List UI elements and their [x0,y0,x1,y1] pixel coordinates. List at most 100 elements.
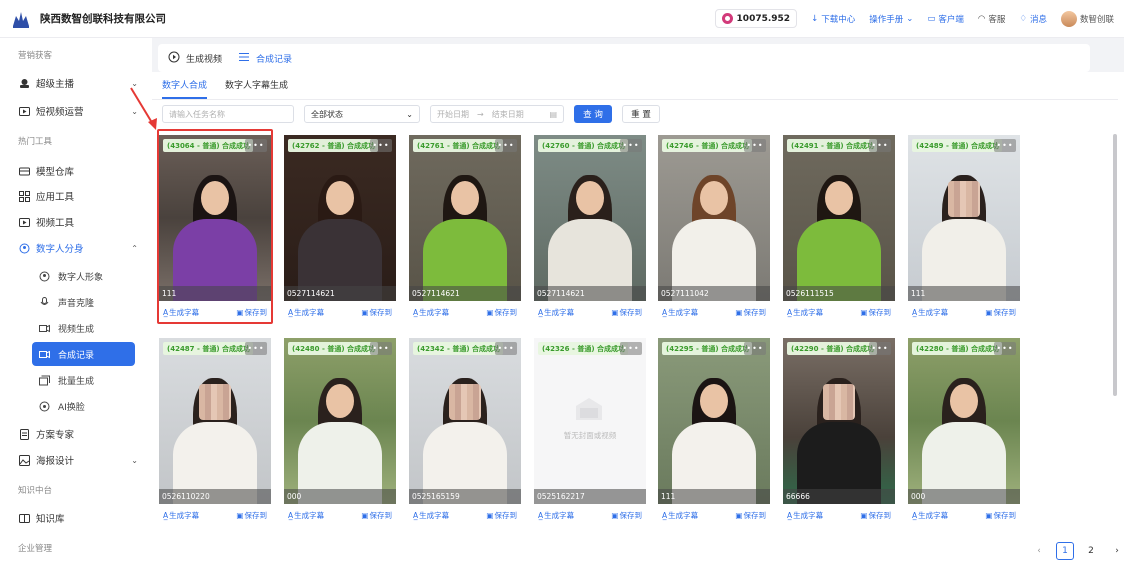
more-options-icon[interactable]: ••• [620,342,642,355]
page-2-button[interactable]: 2 [1082,542,1100,560]
save-to-button[interactable]: ▣ 保存到 [860,307,891,318]
save-to-button[interactable]: ▣ 保存到 [611,307,642,318]
more-options-icon[interactable]: ••• [869,342,891,355]
balance-badge[interactable]: 10075.952 [714,9,798,28]
scrollbar[interactable] [1113,134,1117,396]
generate-subtitle-button[interactable]: A̲ 生成字幕 [288,307,324,318]
save-to-button[interactable]: ▣ 保存到 [735,510,766,521]
more-options-icon[interactable]: ••• [744,139,766,152]
client-link[interactable]: ▭ 客户端 [927,13,964,25]
sidebar-subitem-voice-clone[interactable]: 声音克隆 [32,290,135,314]
video-thumbnail[interactable]: (42480 - 普通) 合成成功 ••• 000 [284,338,396,504]
service-link[interactable]: ◠ 客服 [978,13,1005,25]
video-thumbnail[interactable]: (42295 - 普通) 合成成功 ••• 111 [658,338,770,504]
generate-subtitle-button[interactable]: A̲ 生成字幕 [912,510,948,521]
save-to-button[interactable]: ▣ 保存到 [361,307,392,318]
generate-subtitle-button[interactable]: A̲ 生成字幕 [662,307,698,318]
download-center-link[interactable]: ↓ 下载中心 [811,13,855,25]
generate-subtitle-button[interactable]: A̲ 生成字幕 [787,307,823,318]
record-card[interactable]: (42760 - 普通) 合成成功 ••• 0527114621 A̲ 生成字幕 ▣ 保存到 [534,135,646,327]
save-to-button[interactable]: ▣ 保存到 [860,510,891,521]
save-to-button[interactable]: ▣ 保存到 [985,510,1016,521]
video-thumbnail[interactable]: (42491 - 普通) 合成成功 ••• 0526111515 [783,135,895,301]
more-options-icon[interactable]: ••• [744,342,766,355]
record-card[interactable]: 暂无封面或视频 (42326 - 普通) 合成成功 ••• 0525162217 A̲ 生… [534,338,646,530]
generate-subtitle-button[interactable]: A̲ 生成字幕 [662,510,698,521]
next-page-button[interactable]: › [1108,542,1124,560]
video-thumbnail[interactable]: (42760 - 普通) 合成成功 ••• 0527114621 [534,135,646,301]
record-card[interactable]: (42280 - 普通) 合成成功 ••• 000 A̲ 生成字幕 ▣ 保存到 [908,338,1020,530]
record-card[interactable]: (42342 - 普通) 合成成功 ••• 0525165159 A̲ 生成字幕 ▣ 保存到 [409,338,521,530]
more-options-icon[interactable]: ••• [495,139,517,152]
video-thumbnail[interactable]: (42290 - 普通) 合成成功 ••• 66666 [783,338,895,504]
save-to-button[interactable]: ▣ 保存到 [611,510,642,521]
save-to-button[interactable]: ▣ 保存到 [486,510,517,521]
save-to-button[interactable]: ▣ 保存到 [486,307,517,318]
sidebar-item-video-tools[interactable]: 视频工具 [18,212,138,232]
video-thumbnail[interactable]: (42761 - 普通) 合成成功 ••• 0527114621 [409,135,521,301]
sidebar-subitem-video-gen[interactable]: 视频生成 [32,316,135,340]
video-thumbnail[interactable]: 暂无封面或视频 (42326 - 普通) 合成成功 ••• 0525162217 [534,338,646,504]
sidebar-subitem-synthesis-record[interactable]: 合成记录 [32,342,135,366]
sidebar-item-model-warehouse[interactable]: 模型仓库 [18,161,138,181]
reset-button[interactable]: 重 置 [622,105,660,123]
more-options-icon[interactable]: ••• [994,139,1016,152]
record-card[interactable]: (42746 - 普通) 合成成功 ••• 0527111042 A̲ 生成字幕 ▣ 保存到 [658,135,770,327]
page-1-button[interactable]: 1 [1056,542,1074,560]
video-thumbnail[interactable]: (42487 - 普通) 合成成功 ••• 0526110220 [159,338,271,504]
record-card[interactable]: (42480 - 普通) 合成成功 ••• 000 A̲ 生成字幕 ▣ 保存到 [284,338,396,530]
save-to-button[interactable]: ▣ 保存到 [985,307,1016,318]
record-card[interactable]: (42762 - 普通) 合成成功 ••• 0527114621 A̲ 生成字幕 ▣ 保存到 [284,135,396,327]
company-logo-icon[interactable] [10,8,32,30]
sidebar-subitem-ai-face-swap[interactable]: AI换脸 [32,394,135,418]
sidebar-item-short-video[interactable]: 短视频运营 ⌄ [18,101,138,121]
video-thumbnail[interactable]: (42746 - 普通) 合成成功 ••• 0527111042 [658,135,770,301]
more-options-icon[interactable]: ••• [620,139,642,152]
prev-page-button[interactable]: ‹ [1030,542,1048,560]
sidebar-item-solution-expert[interactable]: 方案专家 [18,424,138,444]
message-link[interactable]: ♢ 消息 [1019,13,1047,25]
generate-subtitle-button[interactable]: A̲ 生成字幕 [288,510,324,521]
save-to-button[interactable]: ▣ 保存到 [735,307,766,318]
video-thumbnail[interactable]: (42762 - 普通) 合成成功 ••• 0527114621 [284,135,396,301]
subtab-subtitle-generation[interactable]: 数字人字幕生成 [225,78,288,99]
sidebar-item-digital-human[interactable]: 数字人分身 ⌃ [18,238,138,258]
sidebar-subitem-digital-avatar[interactable]: 数字人形象 [32,264,135,288]
video-thumbnail[interactable]: (42342 - 普通) 合成成功 ••• 0525165159 [409,338,521,504]
sidebar-item-poster-design[interactable]: 海报设计 ⌄ [18,450,138,470]
search-button[interactable]: 查 询 [574,105,612,123]
generate-subtitle-button[interactable]: A̲ 生成字幕 [413,307,449,318]
record-card[interactable]: (42489 - 普通) 合成成功 ••• 111 A̲ 生成字幕 ▣ 保存到 [908,135,1020,327]
sidebar-item-super-anchor[interactable]: 超级主播 ⌄ [18,73,138,93]
record-card[interactable]: (42491 - 普通) 合成成功 ••• 0526111515 A̲ 生成字幕 ▣ 保存到 [783,135,895,327]
record-card[interactable]: (42487 - 普通) 合成成功 ••• 0526110220 A̲ 生成字幕 ▣ 保存到 [159,338,271,530]
task-name-search-input[interactable]: 请输入任务名称 [162,105,294,123]
more-options-icon[interactable]: ••• [994,342,1016,355]
generate-subtitle-button[interactable]: A̲ 生成字幕 [413,510,449,521]
video-thumbnail[interactable]: (42489 - 普通) 合成成功 ••• 111 [908,135,1020,301]
tab-synthesis-record[interactable]: 合成记录 [238,51,292,66]
record-card[interactable]: (42295 - 普通) 合成成功 ••• 111 A̲ 生成字幕 ▣ 保存到 [658,338,770,530]
generate-subtitle-button[interactable]: A̲ 生成字幕 [538,307,574,318]
more-options-icon[interactable]: ••• [495,342,517,355]
user-menu[interactable]: 数智创联 [1060,10,1114,27]
sidebar-item-knowledge-base[interactable]: 知识库 [18,508,138,528]
more-options-icon[interactable]: ••• [869,139,891,152]
record-card[interactable]: (42761 - 普通) 合成成功 ••• 0527114621 A̲ 生成字幕 ▣ 保存到 [409,135,521,327]
more-options-icon[interactable]: ••• [370,139,392,152]
record-card[interactable]: (42290 - 普通) 合成成功 ••• 66666 A̲ 生成字幕 ▣ 保存到 [783,338,895,530]
generate-subtitle-button[interactable]: A̲ 生成字幕 [163,510,199,521]
sidebar-item-app-tools[interactable]: 应用工具 [18,186,138,206]
generate-subtitle-button[interactable]: A̲ 生成字幕 [912,307,948,318]
manual-dropdown[interactable]: 操作手册 ⌄ [869,13,913,25]
save-to-button[interactable]: ▣ 保存到 [361,510,392,521]
sidebar-subitem-batch-gen[interactable]: 批量生成 [32,368,135,392]
more-options-icon[interactable]: ••• [370,342,392,355]
generate-subtitle-button[interactable]: A̲ 生成字幕 [787,510,823,521]
tab-generate-video[interactable]: 生成视频 [168,51,222,66]
save-to-button[interactable]: ▣ 保存到 [236,510,267,521]
video-thumbnail[interactable]: (42280 - 普通) 合成成功 ••• 000 [908,338,1020,504]
status-select[interactable]: 全部状态 ⌄ [304,105,420,123]
date-range-picker[interactable]: 开始日期 → 结束日期 ▤ [430,105,564,123]
subtab-digital-human-synthesis[interactable]: 数字人合成 [162,78,208,99]
